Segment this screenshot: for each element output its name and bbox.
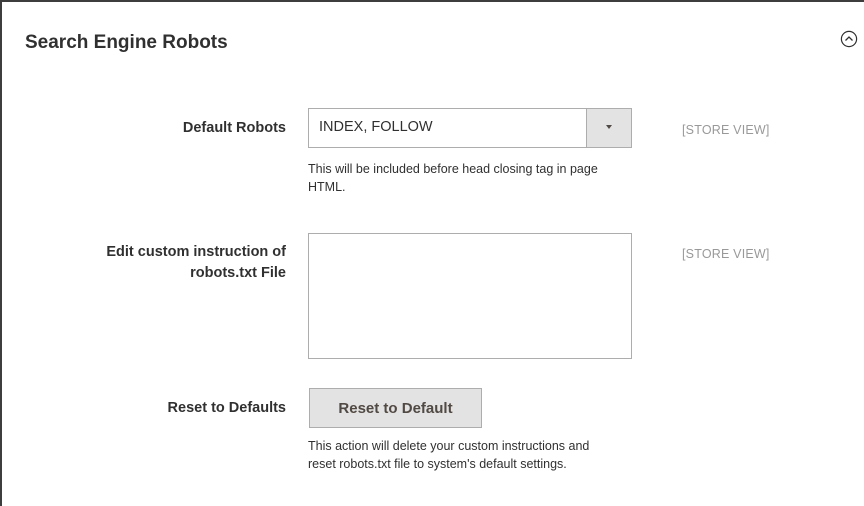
default-robots-select[interactable]: INDEX, FOLLOW xyxy=(308,108,632,148)
custom-instruction-textarea[interactable] xyxy=(308,233,632,359)
custom-instruction-label-line1: Edit custom instruction of xyxy=(106,244,286,260)
caret-down-icon xyxy=(606,125,612,129)
reset-note: This action will delete your custom inst… xyxy=(308,439,590,471)
select-toggle[interactable] xyxy=(586,109,631,147)
custom-instruction-scope: [STORE VIEW] xyxy=(682,247,770,261)
reset-to-default-button[interactable]: Reset to Default xyxy=(309,388,482,428)
default-robots-value: INDEX, FOLLOW xyxy=(319,119,433,135)
default-robots-note: This will be included before head closin… xyxy=(308,162,598,194)
default-robots-scope: [STORE VIEW] xyxy=(682,123,770,137)
default-robots-label: Default Robots xyxy=(182,120,286,136)
config-panel: Search Engine Robots Default Robots INDE… xyxy=(0,0,864,506)
section-title: Search Engine Robots xyxy=(25,32,228,53)
chevron-up-circle-icon[interactable] xyxy=(840,30,858,48)
custom-instruction-label-line2: robots.txt File xyxy=(190,265,286,281)
custom-instruction-label: Edit custom instruction of robots.txt Fi… xyxy=(106,242,286,284)
reset-defaults-label: Reset to Defaults xyxy=(167,400,286,416)
